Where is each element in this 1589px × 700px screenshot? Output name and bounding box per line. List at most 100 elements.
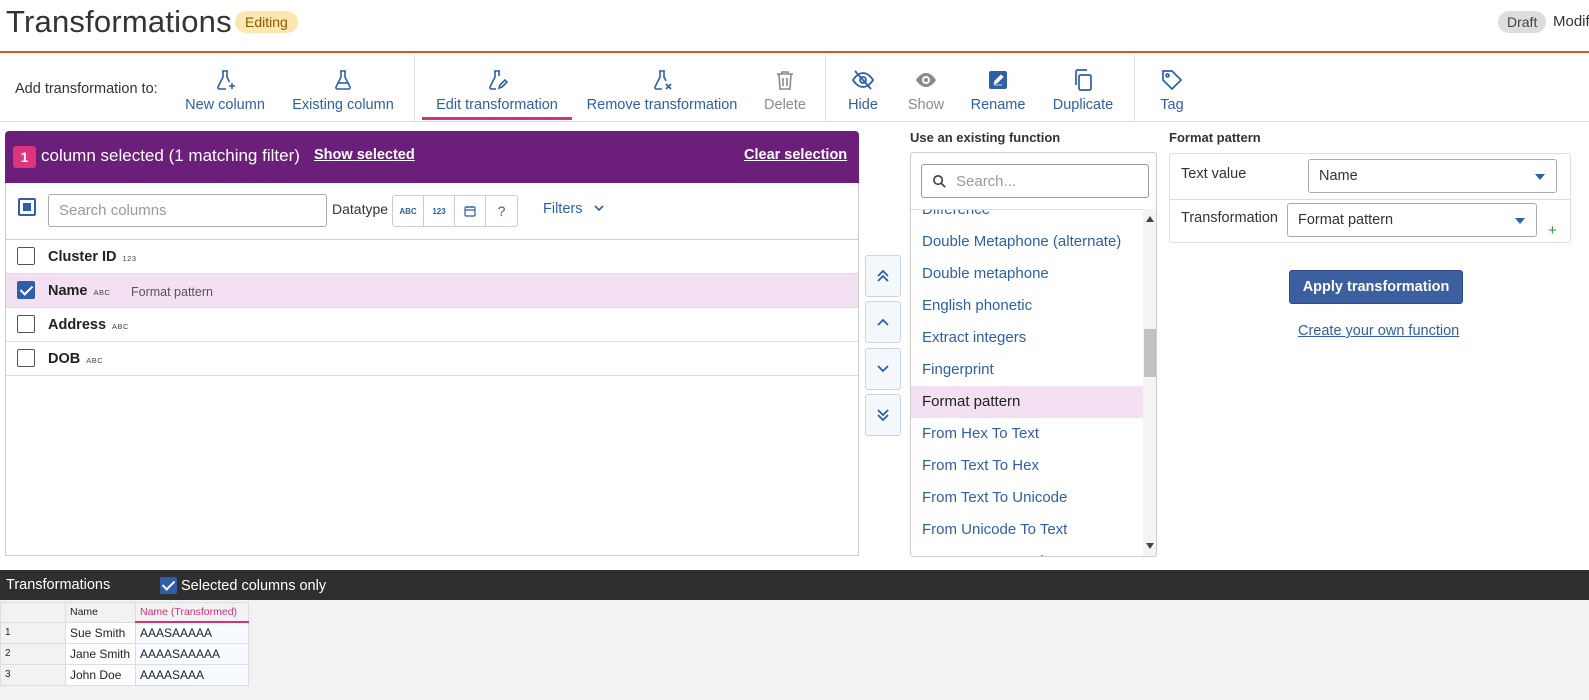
hide-label: Hide	[848, 97, 878, 113]
function-item[interactable]: Fingerprint	[911, 354, 1143, 386]
function-search-box	[921, 164, 1149, 198]
function-item[interactable]: Double metaphone	[911, 258, 1143, 290]
name-cell: Sue Smith	[65, 621, 136, 644]
text-value-label: Text value	[1181, 166, 1247, 182]
caret-down-icon	[1535, 174, 1545, 180]
scroll-thumb[interactable]	[1144, 329, 1156, 377]
clear-selection-link[interactable]: Clear selection	[744, 147, 847, 163]
create-function-link[interactable]: Create your own function	[1298, 323, 1459, 339]
transformation-select[interactable]: Format pattern	[1287, 203, 1537, 237]
new-column-button[interactable]: New column	[184, 55, 266, 122]
scroll-up-arrow[interactable]	[1146, 216, 1154, 222]
function-item[interactable]: Double Metaphone (alternate)	[911, 226, 1143, 258]
row-number-header	[0, 602, 66, 623]
tag-label: Tag	[1160, 97, 1184, 113]
transformation-label: Transformation	[1181, 210, 1278, 226]
new-column-label: New column	[185, 97, 265, 113]
function-item[interactable]: From Text To Hex	[911, 450, 1143, 482]
column-name: Cluster ID 123	[48, 249, 137, 265]
double-chevron-down-icon	[877, 409, 889, 422]
number-type-filter[interactable]: 123	[424, 196, 455, 226]
function-list-header: Use an existing function	[910, 130, 1061, 145]
filters-dropdown[interactable]: Filters	[543, 201, 605, 217]
remove-transformation-button[interactable]: Remove transformation	[587, 55, 737, 122]
chevron-up-icon	[877, 318, 889, 326]
column-checkbox[interactable]	[17, 281, 35, 299]
toolbar-divider	[414, 55, 415, 122]
preview-title: Transformations	[6, 577, 111, 593]
scroll-down-arrow[interactable]	[1146, 543, 1154, 549]
function-item[interactable]: English phonetic	[911, 290, 1143, 322]
show-selected-link[interactable]: Show selected	[314, 147, 415, 163]
column-row[interactable]: Cluster ID 123	[6, 240, 858, 274]
move-down-button[interactable]	[865, 348, 901, 390]
apply-transformation-button[interactable]: Apply transformation	[1289, 270, 1463, 304]
function-items: Difference Double Metaphone (alternate) …	[911, 209, 1143, 556]
function-item-selected[interactable]: Format pattern	[911, 386, 1143, 418]
row-number: 3	[0, 663, 66, 686]
transformed-cell: AAASAAAAA	[135, 621, 249, 644]
function-item[interactable]: Extract integers	[911, 322, 1143, 354]
column-name-text: Name	[48, 283, 88, 299]
date-type-filter[interactable]	[455, 196, 486, 226]
eye-off-icon	[851, 70, 875, 90]
draft-badge: Draft	[1498, 11, 1547, 33]
chevron-down-icon	[877, 365, 889, 373]
name-cell: John Doe	[65, 663, 136, 686]
move-up-button[interactable]	[865, 301, 901, 343]
format-pattern-header: Format pattern	[1169, 130, 1261, 145]
column-checkbox[interactable]	[17, 349, 35, 367]
rename-button[interactable]: Rename	[965, 55, 1031, 122]
toolbar-divider	[825, 55, 826, 122]
unknown-type-filter[interactable]: ?	[486, 196, 517, 226]
duplicate-label: Duplicate	[1052, 97, 1114, 113]
column-checkbox[interactable]	[17, 247, 35, 265]
column-row[interactable]: Address ABC	[6, 308, 858, 342]
show-button[interactable]: Show	[899, 55, 953, 122]
column-checkbox[interactable]	[17, 315, 35, 333]
trash-icon	[777, 71, 793, 90]
flask-edit-icon	[489, 70, 509, 90]
column-type: 123	[122, 254, 137, 263]
flask-plus-icon	[217, 70, 235, 90]
preview-row: 3 John Doe AAAASAAA	[0, 663, 249, 686]
existing-column-button[interactable]: Existing column	[292, 55, 394, 122]
column-row[interactable]: Name ABC Format pattern	[6, 274, 858, 308]
move-to-top-button[interactable]	[865, 255, 901, 297]
column-row[interactable]: DOB ABC	[6, 342, 858, 376]
search-icon	[933, 175, 946, 188]
format-pattern-form: Text value Name Transformation Format pa…	[1169, 153, 1571, 243]
chevron-down-icon	[593, 205, 604, 212]
preview-row: 1 Sue Smith AAASAAAAA	[0, 621, 249, 644]
row-number: 1	[0, 621, 66, 644]
function-search-input[interactable]	[956, 165, 1141, 197]
column-type: ABC	[86, 356, 104, 365]
search-columns-input[interactable]	[48, 194, 327, 227]
function-item[interactable]: Lowercase Metaphone	[911, 546, 1143, 556]
rename-icon	[989, 71, 1007, 89]
function-list-scrollbar[interactable]	[1143, 209, 1156, 556]
function-item[interactable]: From Hex To Text	[911, 418, 1143, 450]
text-type-filter[interactable]: ABC	[393, 196, 424, 226]
column-list: Cluster ID 123 Name ABC Format pattern Add…	[5, 239, 859, 556]
function-item[interactable]: From Text To Unicode	[911, 482, 1143, 514]
hide-button[interactable]: Hide	[836, 55, 890, 122]
add-transformation-plus[interactable]: +	[1548, 222, 1557, 239]
select-all-checkbox[interactable]	[18, 198, 36, 216]
preview-header-row: Name Name (Transformed)	[0, 602, 249, 623]
edit-transformation-button[interactable]: Edit transformation	[422, 55, 572, 122]
column-name: Address ABC	[48, 317, 129, 333]
delete-button[interactable]: Delete	[756, 55, 814, 122]
function-item[interactable]: Difference	[911, 210, 1143, 226]
duplicate-button[interactable]: Duplicate	[1045, 55, 1121, 122]
eye-icon	[916, 73, 936, 87]
column-name-text: DOB	[48, 351, 81, 367]
column-name: DOB ABC	[48, 351, 103, 367]
edit-transformation-label: Edit transformation	[436, 97, 558, 113]
text-value-selected: Name	[1319, 168, 1358, 184]
text-value-select[interactable]: Name	[1308, 159, 1557, 193]
move-to-bottom-button[interactable]	[865, 394, 901, 436]
tag-button[interactable]: Tag	[1152, 55, 1192, 122]
function-item[interactable]: From Unicode To Text	[911, 514, 1143, 546]
selected-only-checkbox[interactable]	[160, 577, 177, 594]
